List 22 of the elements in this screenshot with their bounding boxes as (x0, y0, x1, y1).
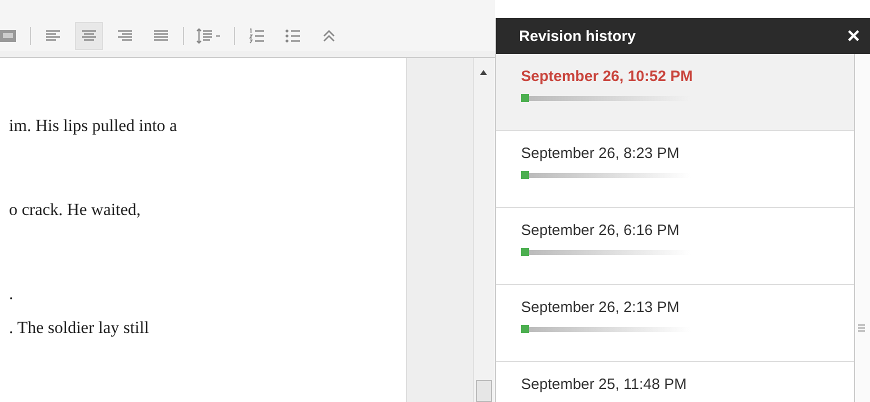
paragraph-text: . The soldier lay still (9, 318, 150, 338)
scrollbar[interactable] (473, 58, 494, 402)
paragraph-text: . (9, 284, 14, 304)
revision-time: September 26, 2:13 PM (521, 299, 680, 316)
numbered-list-icon (248, 27, 266, 45)
revision-time: September 26, 8:23 PM (521, 145, 680, 162)
toolbar-button[interactable] (75, 22, 103, 50)
close-button[interactable]: × (847, 23, 860, 49)
scroll-thumb[interactable] (476, 380, 492, 402)
revision-item[interactable]: September 26, 10:52 PM (496, 54, 854, 131)
grip-icon[interactable] (858, 324, 865, 332)
scrollbar[interactable] (854, 54, 870, 402)
panel-title: Revision history (519, 28, 636, 44)
revision-time: September 26, 6:16 PM (521, 222, 680, 239)
revision-time: September 26, 10:52 PM (521, 68, 693, 85)
image-icon (0, 27, 17, 45)
revision-time: September 25, 11:48 PM (521, 376, 687, 393)
paragraph-text: o crack. He waited, (9, 200, 142, 220)
scroll-up-icon[interactable] (480, 70, 487, 75)
paragraph-text: im. His lips pulled into a (9, 116, 178, 136)
bulleted-list-icon (284, 27, 302, 45)
line-spacing-icon (196, 27, 222, 45)
